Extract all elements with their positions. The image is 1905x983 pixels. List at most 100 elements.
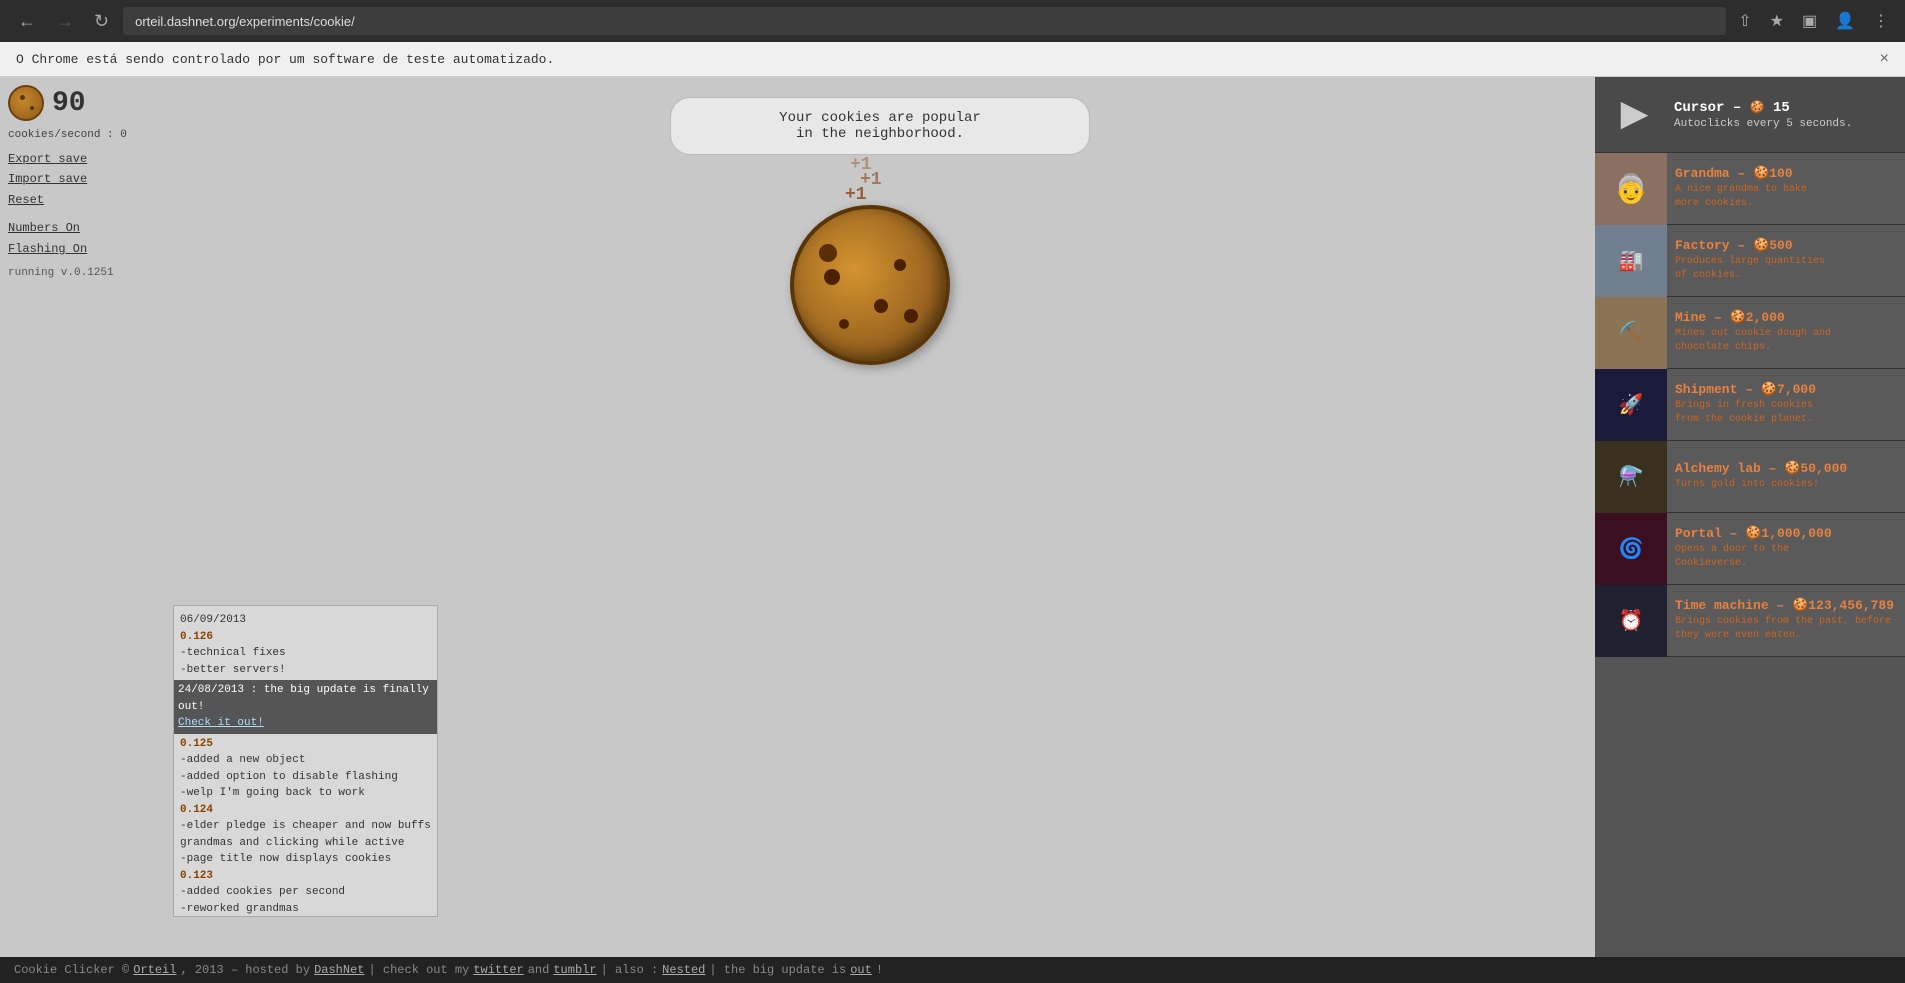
footer-orteil-link[interactable]: Orteil (133, 963, 176, 977)
changelog-scroll[interactable]: 06/09/2013 0.126 -technical fixes -bette… (174, 606, 437, 916)
grandma-title: Grandma – 🍪100 (1675, 166, 1897, 181)
changelog-123-1: -added cookies per second (180, 886, 345, 898)
changelog-v126: 0.126 (180, 631, 213, 643)
cookie-count-area: 90 (8, 85, 157, 121)
alchemy-img: ⚗️ (1595, 441, 1667, 513)
cursor-cost-icon: 🍪 (1750, 101, 1765, 115)
changelog-fix2: -better servers! (180, 664, 286, 676)
shop-item-shipment[interactable]: 🚀 Shipment – 🍪7,000 Brings in fresh cook… (1595, 369, 1905, 441)
footer-tumblr-link[interactable]: tumblr (553, 963, 596, 977)
shop-item-mine[interactable]: ⛏️ Mine – 🍪2,000 Mines out cookie dough … (1595, 297, 1905, 369)
mine-content: Mine – 🍪2,000 Mines out cookie dough and… (1667, 297, 1905, 368)
check-it-out-link[interactable]: Check it out! (178, 717, 264, 729)
footer-copyright: Cookie Clicker © (14, 963, 129, 977)
grandma-desc: A nice grandma to bakemore cookies. (1675, 183, 1897, 211)
changelog-125-2: -added option to disable flashing (180, 771, 398, 783)
portal-desc: Opens a door to theCookieverse. (1675, 543, 1897, 571)
import-save-link[interactable]: Import save (8, 169, 157, 189)
news-line1: Your cookies are popular (779, 110, 981, 126)
big-cookie[interactable] (790, 205, 950, 365)
shipment-img: 🚀 (1595, 369, 1667, 441)
footer: Cookie Clicker © Orteil , 2013 – hosted … (0, 957, 1905, 983)
footer-nested-link[interactable]: Nested (662, 963, 705, 977)
timemachine-title: Time machine – 🍪123,456,789 (1675, 598, 1897, 613)
bookmark-button[interactable]: ★ (1766, 9, 1788, 33)
timemachine-img: ⏰ (1595, 585, 1667, 657)
footer-sep2: | also : (601, 963, 659, 977)
grandma-cost-icon: 🍪 (1753, 166, 1769, 181)
mine-cost-icon: 🍪 (1730, 310, 1746, 325)
portal-cost-icon: 🍪 (1745, 526, 1761, 541)
choco-chip-2 (874, 299, 888, 313)
alchemy-title: Alchemy lab – 🍪50,000 (1675, 461, 1897, 476)
cursor-title: Cursor – 🍪 15 (1674, 100, 1893, 116)
grandma-img: 👵 (1595, 153, 1667, 225)
cookies-per-second: cookies/second : 0 (8, 129, 157, 141)
mine-desc: Mines out cookie dough andchocolate chip… (1675, 327, 1897, 355)
cookie-count-number: 90 (52, 88, 86, 119)
share-button[interactable]: ⇧ (1734, 9, 1755, 33)
banner-close-button[interactable]: × (1880, 50, 1889, 68)
choco-chip-5 (904, 309, 918, 323)
game-container: 90 cookies/second : 0 Export save Import… (0, 77, 1905, 957)
timemachine-cost-icon: 🍪 (1792, 598, 1808, 613)
changelog-125-1: -added a new object (180, 754, 305, 766)
shop-item-grandma[interactable]: 👵 Grandma – 🍪100 A nice grandma to bakem… (1595, 153, 1905, 225)
choco-chip-3 (894, 259, 906, 271)
cursor-header: ▶ Cursor – 🍪 15 Autoclicks every 5 secon… (1595, 77, 1905, 153)
mine-title: Mine – 🍪2,000 (1675, 310, 1897, 325)
changelog-123-2: -reworked grandmas (180, 903, 299, 915)
shop-item-portal[interactable]: 🌀 Portal – 🍪1,000,000 Opens a door to th… (1595, 513, 1905, 585)
big-cookie-container[interactable]: +1 +1 +1 (790, 205, 970, 385)
changelog-v123: 0.123 (180, 870, 213, 882)
reload-button[interactable]: ↻ (88, 7, 115, 36)
automation-banner: O Chrome está sendo controlado por um so… (0, 42, 1905, 77)
shipment-cost-icon: 🍪 (1761, 382, 1777, 397)
news-line2: in the neighborhood. (796, 126, 964, 142)
footer-dashnet-link[interactable]: DashNet (314, 963, 364, 977)
changelog-panel: 06/09/2013 0.126 -technical fixes -bette… (173, 605, 438, 917)
cookie-icon-small (8, 85, 44, 121)
grandma-content: Grandma – 🍪100 A nice grandma to bakemor… (1667, 153, 1905, 224)
export-save-link[interactable]: Export save (8, 149, 157, 169)
shipment-content: Shipment – 🍪7,000 Brings in fresh cookie… (1667, 369, 1905, 440)
portal-img: 🌀 (1595, 513, 1667, 585)
footer-sep1: | check out my (368, 963, 469, 977)
changelog-v124: 0.124 (180, 804, 213, 816)
changelog-124-1: -elder pledge is cheaper and now buffs g… (180, 820, 431, 849)
numbers-on-link[interactable]: Numbers On (8, 218, 157, 238)
footer-twitter-link[interactable]: twitter (473, 963, 523, 977)
tab-button[interactable]: ▣ (1798, 9, 1821, 33)
cursor-icon: ▶ (1607, 87, 1662, 142)
version-text: running v.0.1251 (8, 267, 157, 279)
shipment-title: Shipment – 🍪7,000 (1675, 382, 1897, 397)
click-particle-2: +1 (860, 170, 882, 190)
forward-button[interactable]: → (50, 7, 80, 36)
factory-title: Factory – 🍪500 (1675, 238, 1897, 253)
alchemy-content: Alchemy lab – 🍪50,000 Turns gold into co… (1667, 441, 1905, 512)
changelog-124-2: -page title now displays cookies (180, 853, 391, 865)
timemachine-desc: Brings cookies from the past, beforethey… (1675, 615, 1897, 643)
shop-item-factory[interactable]: 🏭 Factory – 🍪500 Produces large quantiti… (1595, 225, 1905, 297)
shop-item-alchemy[interactable]: ⚗️ Alchemy lab – 🍪50,000 Turns gold into… (1595, 441, 1905, 513)
shipment-desc: Brings in fresh cookiesfrom the cookie p… (1675, 399, 1897, 427)
profile-button[interactable]: 👤 (1831, 9, 1859, 33)
alchemy-cost-icon: 🍪 (1784, 461, 1800, 476)
address-bar[interactable] (123, 7, 1726, 35)
click-particle-3: +1 (850, 155, 872, 175)
cursor-info: Cursor – 🍪 15 Autoclicks every 5 seconds… (1674, 100, 1893, 130)
browser-bar: ← → ↻ ⇧ ★ ▣ 👤 ⋮ (0, 0, 1905, 42)
automation-text: O Chrome está sendo controlado por um so… (16, 52, 554, 67)
menu-button[interactable]: ⋮ (1869, 9, 1893, 33)
options-links: Numbers On Flashing On (8, 218, 157, 259)
changelog-highlight-aug: 24/08/2013 : the big update is finally o… (174, 680, 437, 734)
factory-cost-icon: 🍪 (1753, 238, 1769, 253)
back-button[interactable]: ← (12, 7, 42, 36)
shop-item-timemachine[interactable]: ⏰ Time machine – 🍪123,456,789 Brings coo… (1595, 585, 1905, 657)
flashing-on-link[interactable]: Flashing On (8, 239, 157, 259)
portal-title: Portal – 🍪1,000,000 (1675, 526, 1897, 541)
choco-chip-1 (824, 269, 840, 285)
footer-out-link[interactable]: out (850, 963, 872, 977)
reset-link[interactable]: Reset (8, 190, 157, 210)
mine-img: ⛏️ (1595, 297, 1667, 369)
